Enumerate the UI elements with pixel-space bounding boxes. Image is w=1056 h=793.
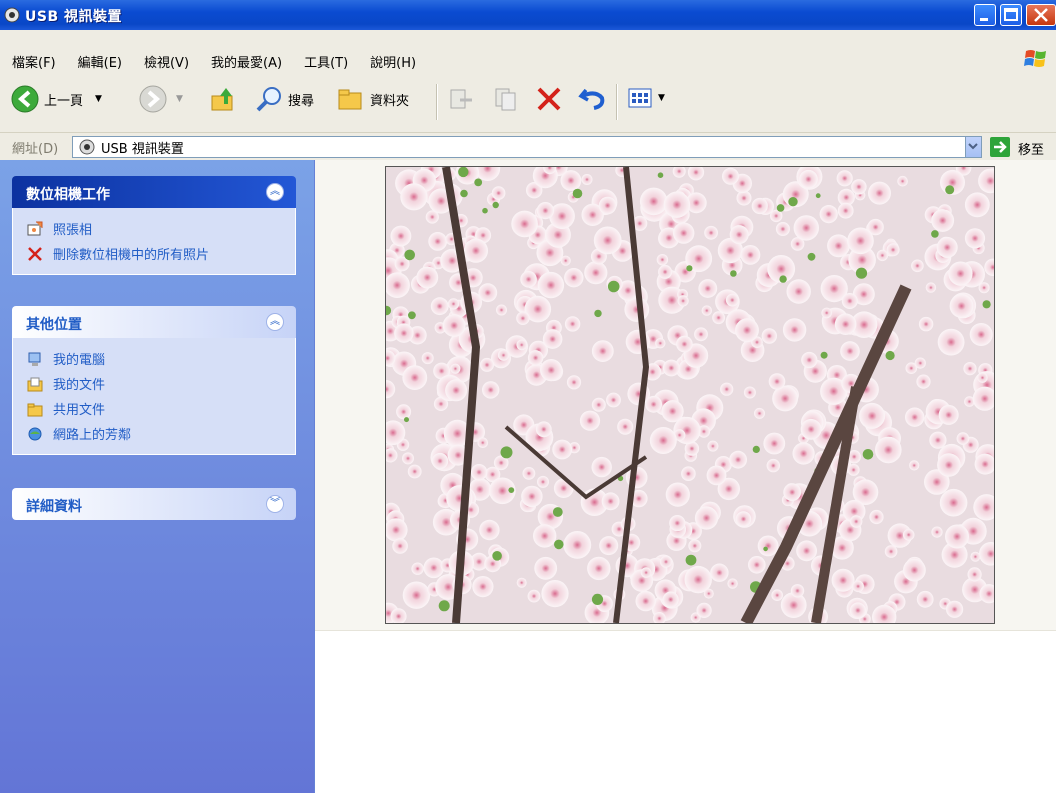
my-documents-icon <box>27 377 43 391</box>
task-delete-all-label: 刪除數位相機中的所有照片 <box>53 248 210 263</box>
other-places-panel: 其他位置 ︽ 我的電腦 我的文件 共用文件 網路上的芳鄰 <box>12 306 296 455</box>
windows-logo-icon <box>1024 50 1046 67</box>
place-network[interactable]: 網路上的芳鄰 <box>13 421 295 446</box>
views-icon <box>628 88 652 108</box>
folder-up-icon <box>211 88 233 111</box>
camera-preview-image <box>385 166 995 624</box>
address-input[interactable]: USB 視訊裝置 <box>72 136 982 158</box>
address-dropdown-button[interactable] <box>965 137 981 157</box>
place-my-documents-label: 我的文件 <box>53 378 106 393</box>
search-icon <box>256 87 281 112</box>
place-my-documents[interactable]: 我的文件 <box>13 371 295 396</box>
toolbar-separator <box>436 84 438 120</box>
toolbar-separator <box>616 84 618 120</box>
delete-x-icon <box>28 246 42 261</box>
maximize-icon <box>1004 8 1018 21</box>
copy-to-button[interactable] <box>492 84 522 114</box>
content-area <box>315 160 1056 793</box>
forward-button[interactable]: ▼ <box>138 84 183 114</box>
task-pane: 數位相機工作 ︽ 照張相 刪除數位相機中的所有照片 其他位置 ︽ 我的電腦 我的… <box>0 160 315 793</box>
copy-to-icon <box>495 88 516 111</box>
menu-edit[interactable]: 編輯(E) <box>78 52 122 71</box>
place-my-computer[interactable]: 我的電腦 <box>13 346 295 371</box>
title-bar[interactable]: USB 視訊裝置 <box>0 0 1056 30</box>
minimize-button[interactable] <box>974 4 996 26</box>
task-delete-all[interactable]: 刪除數位相機中的所有照片 <box>13 241 295 266</box>
forward-dropdown-icon[interactable]: ▼ <box>176 94 183 104</box>
back-arrow-icon <box>11 85 39 113</box>
place-my-computer-label: 我的電腦 <box>53 353 106 368</box>
go-button[interactable] <box>990 137 1010 157</box>
folder-icon <box>27 403 43 416</box>
standard-toolbar: 上一頁 ▼ ▼ 搜尋 資料夾 ▼ <box>0 72 1056 132</box>
search-label: 搜尋 <box>288 93 315 109</box>
take-picture-icon <box>27 221 43 235</box>
details-header[interactable]: 詳細資料 ︾ <box>12 488 296 520</box>
details-panel: 詳細資料 ︾ <box>12 488 296 520</box>
back-label: 上一頁 <box>44 93 84 109</box>
chevron-down-icon <box>968 143 978 150</box>
other-places-title: 其他位置 <box>26 317 82 333</box>
move-to-button[interactable] <box>446 84 476 114</box>
task-take-picture-label: 照張相 <box>53 223 93 238</box>
close-button[interactable] <box>1026 4 1056 26</box>
undo-button[interactable] <box>578 84 608 114</box>
preview-strip <box>315 160 1056 631</box>
folders-icon <box>338 89 362 110</box>
close-icon <box>1034 8 1048 22</box>
menu-favorites[interactable]: 我的最愛(A) <box>211 52 282 71</box>
task-take-picture[interactable]: 照張相 <box>13 216 295 241</box>
camera-tasks-title: 數位相機工作 <box>26 187 110 203</box>
menu-view[interactable]: 檢視(V) <box>144 52 189 71</box>
undo-icon <box>578 88 605 110</box>
views-button[interactable]: ▼ <box>626 84 665 112</box>
views-dropdown-icon[interactable]: ▼ <box>658 93 665 103</box>
menu-bar: 檔案(F) 編輯(E) 檢視(V) 我的最愛(A) 工具(T) 說明(H) <box>0 30 1056 72</box>
camera-icon <box>79 139 95 155</box>
go-label[interactable]: 移至 <box>1018 139 1044 158</box>
window-title: USB 視訊裝置 <box>25 9 122 25</box>
forward-arrow-icon <box>139 85 167 113</box>
menu-tools[interactable]: 工具(T) <box>304 52 348 71</box>
folders-button[interactable]: 資料夾 <box>336 84 409 114</box>
expand-chevron-icon[interactable]: ︾ <box>266 495 284 513</box>
cherry-blossom-photo <box>386 167 994 623</box>
camera-tasks-header[interactable]: 數位相機工作 ︽ <box>12 176 296 208</box>
details-title: 詳細資料 <box>26 499 82 515</box>
back-dropdown-icon[interactable]: ▼ <box>95 94 102 104</box>
other-places-header[interactable]: 其他位置 ︽ <box>12 306 296 338</box>
place-shared-documents[interactable]: 共用文件 <box>13 396 295 421</box>
collapse-chevron-icon[interactable]: ︽ <box>266 313 284 331</box>
folders-label: 資料夾 <box>370 93 410 109</box>
network-places-icon <box>28 427 42 440</box>
maximize-button[interactable] <box>1000 4 1022 26</box>
search-button[interactable]: 搜尋 <box>254 84 314 114</box>
camera-tasks-panel: 數位相機工作 ︽ 照張相 刪除數位相機中的所有照片 <box>12 176 296 275</box>
delete-button[interactable] <box>534 84 564 114</box>
menu-file[interactable]: 檔案(F) <box>12 52 56 71</box>
up-button[interactable] <box>208 84 238 114</box>
my-computer-icon <box>28 352 41 366</box>
other-places-body: 我的電腦 我的文件 共用文件 網路上的芳鄰 <box>12 338 296 455</box>
back-button[interactable]: 上一頁 ▼ <box>10 84 102 114</box>
move-to-icon <box>450 89 472 109</box>
camera-icon <box>4 7 20 23</box>
minimize-icon <box>980 18 988 21</box>
place-network-label: 網路上的芳鄰 <box>53 428 132 443</box>
menu-help[interactable]: 說明(H) <box>370 52 416 71</box>
address-bar: 網址(D) USB 視訊裝置 移至 <box>0 132 1056 161</box>
address-value: USB 視訊裝置 <box>101 141 184 157</box>
camera-tasks-body: 照張相 刪除數位相機中的所有照片 <box>12 208 296 275</box>
collapse-chevron-icon[interactable]: ︽ <box>266 183 284 201</box>
go-arrow-icon <box>994 141 1007 153</box>
place-shared-documents-label: 共用文件 <box>53 403 106 418</box>
address-label: 網址(D) <box>12 142 59 157</box>
delete-x-icon <box>537 87 561 111</box>
